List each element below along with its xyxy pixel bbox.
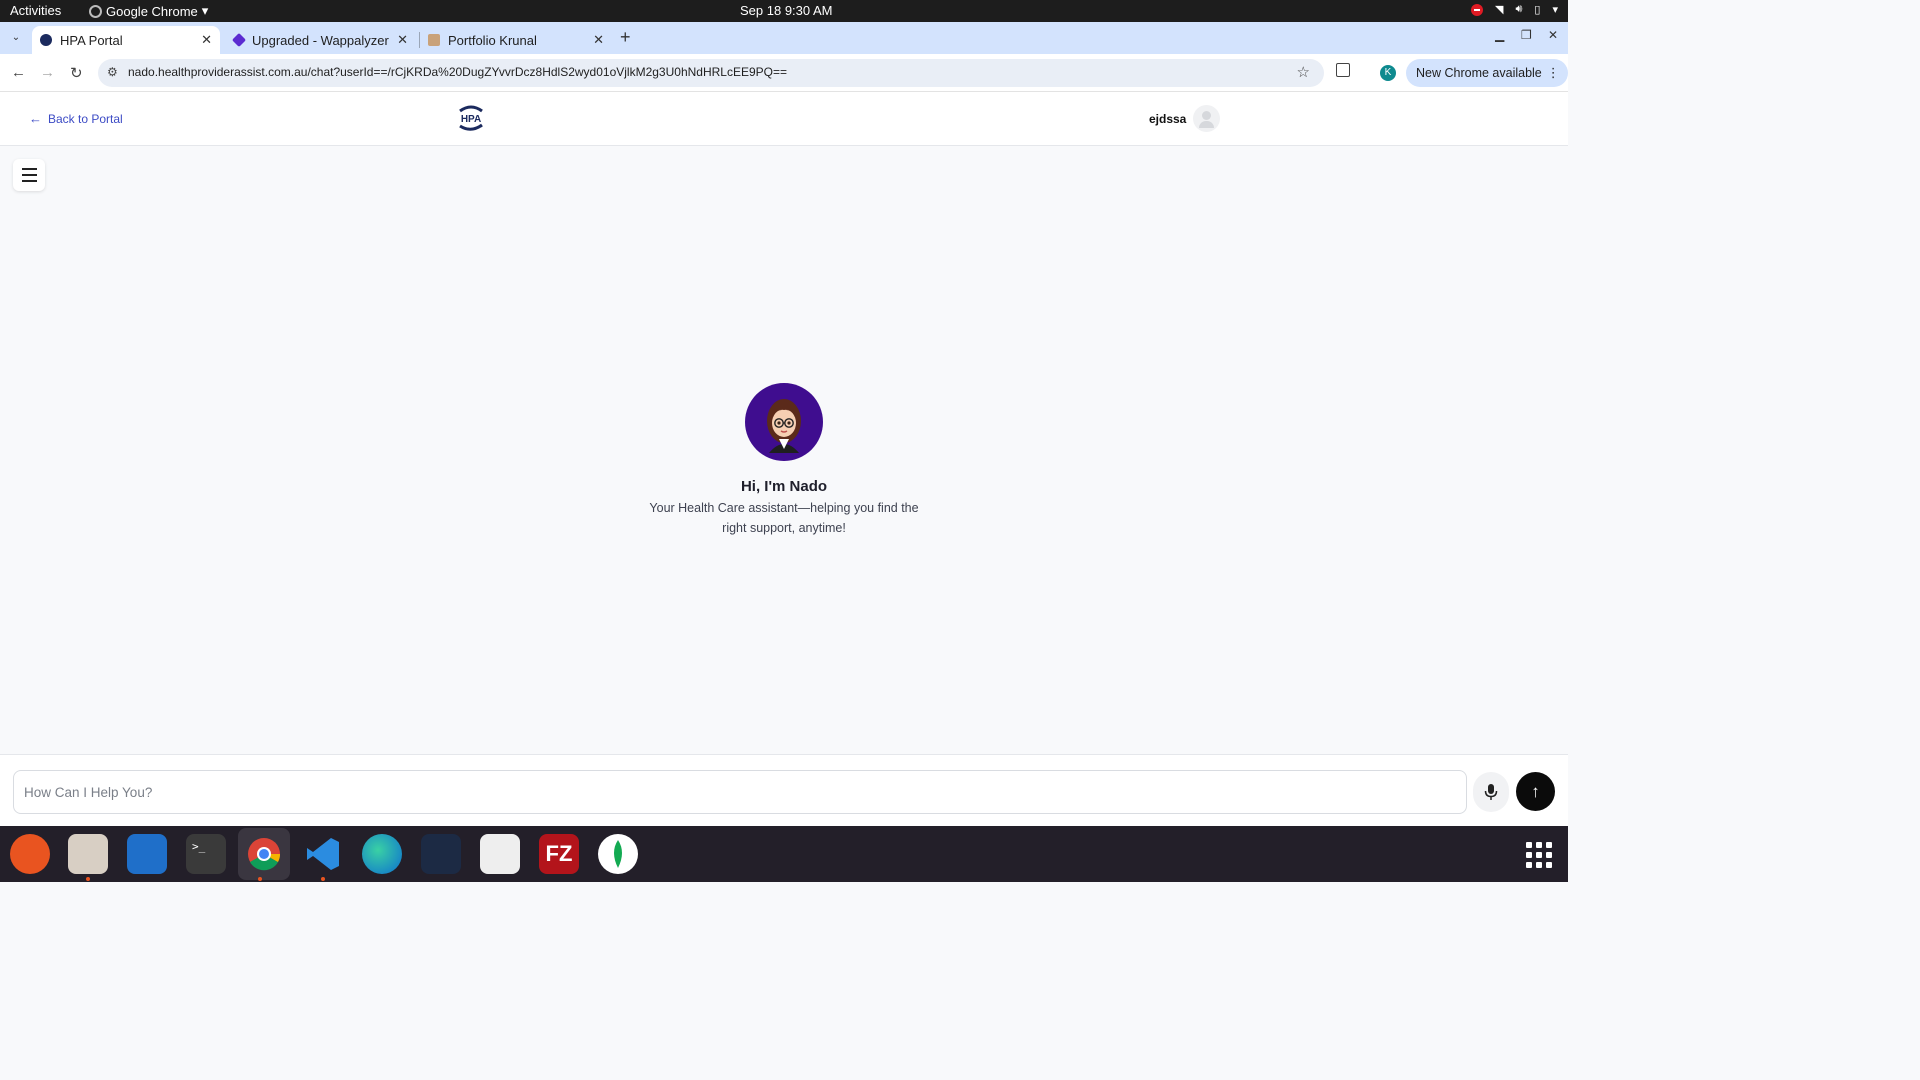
- terminal-icon[interactable]: >_: [186, 834, 226, 874]
- cloud-app-icon[interactable]: [421, 834, 461, 874]
- running-indicator: [321, 877, 325, 881]
- mongodb-icon[interactable]: [598, 834, 638, 874]
- wifi-icon: ◥: [1495, 4, 1504, 16]
- chevron-down-icon: ⌄: [11, 32, 21, 43]
- url-text[interactable]: nado.healthproviderassist.com.au/chat?us…: [128, 65, 787, 79]
- back-to-portal-link[interactable]: ← Back to Portal: [29, 111, 123, 126]
- welcome-title: Hi, I'm Nado: [740, 478, 828, 495]
- back-label: Back to Portal: [48, 111, 123, 126]
- running-indicator: [86, 877, 90, 881]
- activities-button[interactable]: Activities: [10, 3, 61, 18]
- files-icon[interactable]: [68, 834, 108, 881]
- close-icon[interactable]: ✕: [593, 32, 604, 48]
- nado-avatar: [745, 383, 823, 461]
- edge-icon[interactable]: [362, 834, 402, 874]
- tab-title: HPA Portal: [60, 32, 123, 48]
- chrome-dock-button[interactable]: [238, 828, 290, 881]
- reload-icon[interactable]: ↻: [70, 64, 83, 82]
- filezilla-icon[interactable]: FZ: [539, 834, 579, 874]
- tab-title: Portfolio Krunal: [448, 32, 537, 48]
- site-info-icon[interactable]: ⚙: [107, 65, 118, 79]
- microphone-icon: [1484, 784, 1498, 800]
- back-arrow-icon[interactable]: ←: [11, 64, 26, 81]
- tab-strip: ⌄ HPA Portal ✕ Upgraded - Wappalyzer ✕ P…: [0, 22, 1568, 54]
- user-avatar-icon[interactable]: [1193, 105, 1220, 132]
- tab-wappalyzer[interactable]: Upgraded - Wappalyzer ✕: [226, 26, 416, 54]
- show-apps-grid-icon[interactable]: [1526, 842, 1552, 868]
- document-viewer-icon[interactable]: [480, 834, 520, 874]
- tab-portfolio-krunal[interactable]: Portfolio Krunal ✕: [420, 26, 612, 54]
- new-chrome-available-button[interactable]: New Chrome available ⋮: [1406, 59, 1568, 87]
- system-tray[interactable]: ◥ 🔊︎ ▯ ▾: [1471, 3, 1558, 16]
- wappalyzer-favicon-icon: [231, 32, 247, 48]
- logo-text: HPA: [461, 114, 481, 125]
- menu-icon: [21, 168, 37, 171]
- browser-toolbar: ← → ↻ ⚙ nado.healthproviderassist.com.au…: [0, 54, 1568, 92]
- app-menu[interactable]: Google Chrome ▾: [89, 3, 208, 19]
- hpa-favicon-icon: [40, 34, 52, 46]
- taskbar-dock: >_ FZ: [0, 826, 1568, 882]
- close-icon[interactable]: ✕: [397, 32, 408, 48]
- close-icon[interactable]: ✕: [201, 32, 212, 48]
- username[interactable]: ejdssa: [1149, 112, 1186, 126]
- tab-hpa-portal[interactable]: HPA Portal ✕: [32, 26, 220, 54]
- caret-down-icon: ▾: [1552, 4, 1558, 16]
- send-button[interactable]: ↑: [1516, 772, 1555, 811]
- nado-character-icon: [767, 399, 801, 453]
- do-not-disturb-icon: [1471, 3, 1483, 16]
- running-indicator: [258, 877, 262, 881]
- app-menu-label: Google Chrome: [106, 3, 198, 19]
- chat-message-input[interactable]: [13, 770, 1467, 814]
- chat-page: ← Back to Portal HPA ejdssa Hi, I'm Nado…: [0, 92, 1568, 826]
- clock[interactable]: Sep 18 9:30 AM: [740, 3, 833, 18]
- new-tab-icon[interactable]: +: [620, 27, 631, 48]
- portfolio-favicon-icon: [428, 34, 440, 46]
- address-bar[interactable]: ⚙ nado.healthproviderassist.com.au/chat?…: [98, 59, 1324, 87]
- volume-icon: 🔊︎: [1515, 3, 1523, 15]
- profile-avatar[interactable]: K: [1380, 65, 1396, 81]
- text-editor-icon[interactable]: [127, 834, 167, 874]
- tab-search-button[interactable]: ⌄: [6, 28, 26, 48]
- restore-icon[interactable]: ❐: [1521, 28, 1532, 42]
- page-header: ← Back to Portal HPA ejdssa: [0, 92, 1568, 146]
- update-label: New Chrome available: [1416, 66, 1542, 80]
- caret-down-icon: ▾: [201, 3, 209, 18]
- system-top-bar: Activities Google Chrome ▾ Sep 18 9:30 A…: [0, 0, 1568, 22]
- minimize-icon[interactable]: ▁: [1495, 28, 1504, 42]
- tab-title: Upgraded - Wappalyzer: [252, 32, 389, 48]
- close-window-icon[interactable]: ✕: [1548, 28, 1558, 42]
- hpa-logo: HPA: [459, 105, 483, 131]
- microphone-button[interactable]: [1473, 772, 1509, 812]
- more-vert-icon: ⋮: [1546, 65, 1560, 80]
- bookmark-star-icon[interactable]: ☆: [1297, 63, 1310, 81]
- forward-arrow-icon[interactable]: →: [40, 64, 55, 81]
- battery-icon: ▯: [1534, 4, 1541, 16]
- chrome-icon: [89, 4, 102, 18]
- pen-tool-icon[interactable]: [10, 834, 50, 874]
- hamburger-menu-button[interactable]: [13, 159, 45, 191]
- chat-input-bar: ↑: [0, 754, 1568, 826]
- welcome-subtitle: Your Health Care assistant—helping you f…: [649, 501, 919, 535]
- arrow-up-icon: ↑: [1531, 781, 1540, 801]
- vscode-icon[interactable]: [303, 834, 343, 881]
- extensions-icon[interactable]: [1336, 63, 1350, 77]
- chrome-icon: [248, 838, 281, 871]
- arrow-left-icon: ←: [29, 111, 42, 126]
